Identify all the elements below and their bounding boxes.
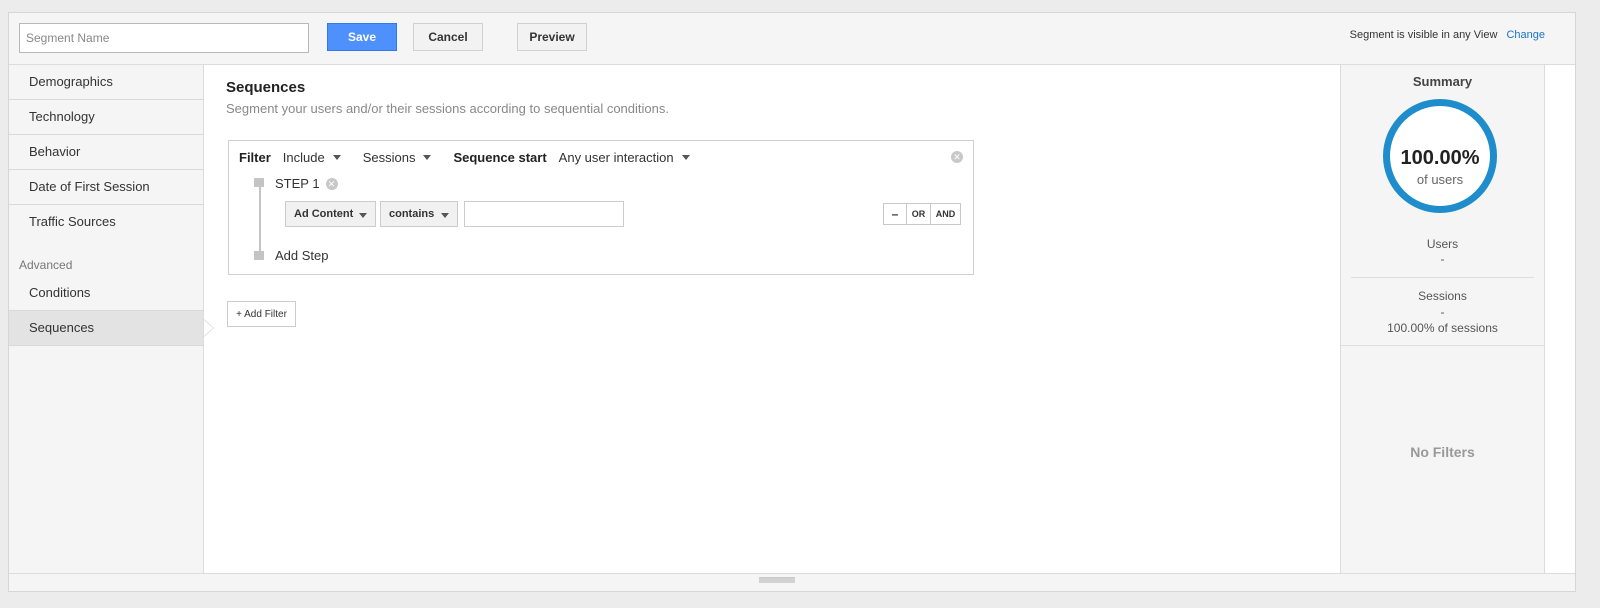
segment-editor: Save Cancel Preview Segment is visible i…	[8, 12, 1576, 592]
change-link[interactable]: Change	[1506, 29, 1545, 41]
nav-group-advanced: Advanced	[19, 258, 73, 272]
sequence-filter: Filter Include Sessions Sequence start A…	[228, 140, 974, 275]
scope-dropdown-value: Sessions	[362, 150, 416, 165]
sessions-label: Sessions	[1418, 289, 1467, 303]
filter-header: Filter Include Sessions Sequence start A…	[239, 150, 712, 165]
remove-step-icon[interactable]: ✕	[325, 177, 338, 190]
visibility-text: Segment is visible in any View	[1349, 29, 1498, 41]
segment-category-nav: Demographics Technology Behavior Date of…	[9, 65, 214, 573]
sessions-value: -	[1440, 305, 1445, 319]
page-title: Sequences	[226, 79, 306, 96]
caret-down-icon	[332, 155, 341, 160]
users-percent-caption: of users	[1416, 172, 1464, 187]
bottom-bar	[9, 573, 1575, 591]
nav-item-conditions[interactable]: Conditions	[9, 276, 203, 311]
sequence-start-label: Sequence start	[453, 150, 547, 165]
operator-select-value: contains	[389, 208, 435, 220]
sequence-start-value: Any user interaction	[558, 150, 674, 165]
no-filters-text: No Filters	[1410, 444, 1475, 460]
users-percent: 100.00%	[1400, 147, 1480, 169]
summary-divider	[1341, 345, 1544, 346]
filter-label: Filter	[239, 150, 271, 165]
nav-item-date-of-first-session[interactable]: Date of First Session	[9, 170, 203, 205]
segment-name-input[interactable]	[19, 23, 309, 53]
nav-item-sequences[interactable]: Sequences	[9, 311, 214, 346]
step-header: STEP 1 ✕	[275, 176, 338, 191]
and-button[interactable]: AND	[931, 203, 961, 225]
caret-down-icon	[423, 155, 432, 160]
or-button[interactable]: OR	[907, 203, 931, 225]
cancel-button[interactable]: Cancel	[413, 23, 483, 51]
main-panel: Sequences Segment your users and/or thei…	[204, 65, 1340, 573]
remove-condition-button[interactable]: –	[883, 203, 907, 225]
caret-down-icon	[681, 155, 690, 160]
top-toolbar: Save Cancel Preview Segment is visible i…	[9, 13, 1575, 65]
sessions-percent: 100.00% of sessions	[1387, 321, 1498, 335]
remove-filter-icon[interactable]: ✕	[951, 151, 963, 163]
sequence-start-dropdown[interactable]: Any user interaction	[559, 150, 690, 165]
users-value: -	[1440, 252, 1445, 266]
add-step-link[interactable]: Add Step	[275, 248, 329, 263]
add-step-marker-icon	[254, 251, 264, 260]
summary-title: Summary	[1412, 74, 1473, 89]
visibility-info: Segment is visible in any View Change	[1350, 29, 1545, 41]
resize-handle[interactable]	[759, 577, 795, 583]
nav-item-traffic-sources[interactable]: Traffic Sources	[9, 205, 203, 240]
add-filter-button[interactable]: + Add Filter	[227, 301, 296, 327]
users-label: Users	[1426, 237, 1459, 251]
summary-panel: Summary 100.00% of users Users - Session…	[1340, 65, 1545, 573]
nav-item-demographics[interactable]: Demographics	[9, 65, 203, 100]
nav-item-technology[interactable]: Technology	[9, 100, 203, 135]
users-percent-ring: 100.00% of users	[1383, 99, 1497, 213]
caret-down-icon	[441, 213, 449, 218]
step-track-line	[259, 185, 261, 255]
operator-select[interactable]: contains	[380, 201, 458, 227]
caret-down-icon	[359, 213, 367, 218]
step-label: STEP 1	[275, 176, 320, 191]
preview-button[interactable]: Preview	[517, 23, 587, 51]
dimension-select[interactable]: Ad Content	[285, 201, 376, 227]
condition-logic-buttons: – OR AND	[883, 203, 961, 225]
scope-dropdown[interactable]: Sessions	[363, 150, 432, 165]
include-dropdown-value: Include	[282, 150, 325, 165]
nav-item-behavior[interactable]: Behavior	[9, 135, 203, 170]
save-button[interactable]: Save	[327, 23, 397, 51]
include-dropdown[interactable]: Include	[283, 150, 341, 165]
dimension-select-value: Ad Content	[294, 208, 354, 220]
summary-divider	[1351, 277, 1534, 278]
condition-value-input[interactable]	[464, 201, 624, 227]
page-subtitle: Segment your users and/or their sessions…	[226, 101, 669, 116]
